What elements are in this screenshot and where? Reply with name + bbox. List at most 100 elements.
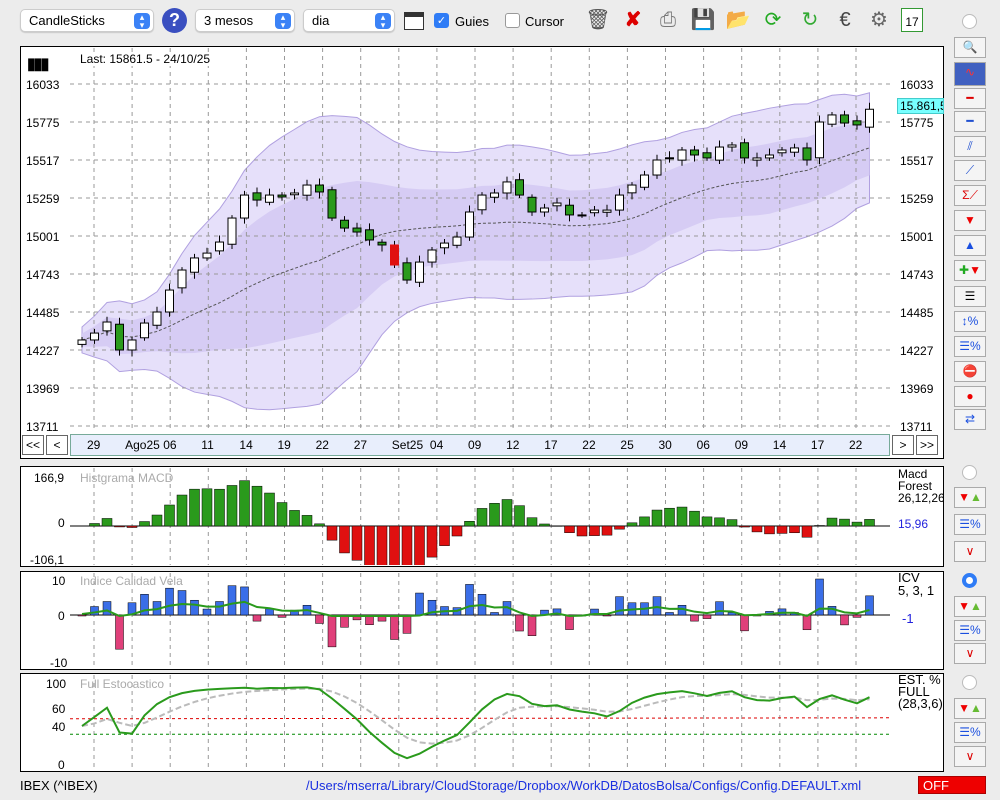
candle-body [790,147,799,153]
channel-icon[interactable]: ⫽ [954,136,986,157]
trash-icon[interactable]: 🗑 [585,6,611,34]
main-panel-radio[interactable] [962,14,977,29]
macd-bar [864,519,875,527]
calendar-icon[interactable]: 17 [901,8,923,32]
date-label: 22 [849,438,863,452]
swap-icon[interactable]: ⇄ [954,409,986,430]
signals-arrows-icon[interactable]: ▼▲ [954,596,986,617]
red-horizontal-line-icon[interactable]: ━ [954,88,986,109]
signals-arrows-icon[interactable]: ▼▲ [954,487,986,508]
signals-arrows-icon[interactable]: ▼▲ [954,698,986,719]
oscillator-curve-icon[interactable]: ∨ [954,541,986,562]
first-page-button[interactable]: << [22,435,44,455]
candle-body [540,207,549,213]
lines-percent-icon[interactable]: ☰% [954,336,986,357]
date-axis[interactable]: 29 Ago25 06 11 14 19 22 27 Set25 04 09 12 17 22 25 30 06… [70,434,890,456]
icv-ytick: 10 [52,574,66,588]
settings-gear-icon[interactable]: ⚙ [866,6,892,34]
macd-panel-radio[interactable] [962,465,977,480]
lines-percent-icon[interactable]: ☰% [954,722,986,743]
candle-body [377,241,387,246]
guides-checkbox[interactable]: ✓ [434,13,449,28]
scale-percent-icon[interactable]: ↕% [954,311,986,332]
macd-plot[interactable] [70,468,890,565]
candle-body [277,194,287,198]
record-icon[interactable]: ● [954,386,986,407]
macd-title: Histgrama MACD [80,471,174,485]
fibonacci-icon[interactable]: Σ⟋ [954,185,986,206]
zoom-icon[interactable]: 🔍 [954,37,986,58]
candle-body [152,311,162,326]
macd-bar [851,521,863,527]
macd-bar [576,525,588,537]
macd-bar [689,510,700,527]
icv-bar [115,614,124,650]
config-path-link[interactable]: /Users/mserra/Library/CloudStorage/Dropb… [306,778,861,793]
period-select[interactable]: 3 mesos ▴ ▾ [195,9,295,32]
chart-type-select[interactable]: CandleSticks ▴ ▾ [20,9,154,32]
no-entry-icon[interactable]: ⛔ [954,361,986,382]
cursor-checkbox[interactable] [505,13,520,28]
date-label: 17 [810,438,825,452]
last-page-button[interactable]: >> [916,435,938,455]
sync-icon[interactable]: ↻ [797,6,823,34]
candle-body [402,262,412,281]
interval-select[interactable]: dia ▴ ▾ [303,9,395,32]
candle-body [252,192,262,201]
next-button[interactable]: > [892,435,914,455]
oscillator-curve-icon[interactable]: ∨ [954,643,986,664]
candle-body [802,147,812,161]
icv-bar [315,614,324,624]
open-folder-icon[interactable]: 📂 [725,6,751,34]
trendline-icon[interactable]: ⟋ [954,160,986,181]
indicator-overlay-icon[interactable]: ∿ [954,62,986,86]
chart-window-icon[interactable] [404,12,424,30]
oscillator-curve-icon[interactable]: ∨ [954,746,986,767]
icv-plot[interactable] [70,573,890,668]
macd-bar [464,521,475,527]
price-ytick: 15775 [26,116,60,130]
price-ytick: 15517 [26,154,60,168]
grid-lines-icon[interactable]: ☰ [954,286,986,307]
stoch-ytick: 100 [46,677,67,691]
candle-body [602,209,612,213]
candle-body [227,217,237,245]
status-off-badge[interactable]: OFF [918,776,986,794]
icv-signal-line [81,600,870,618]
date-label: 27 [353,438,368,452]
candle-body [315,184,324,193]
euro-icon[interactable]: € [832,6,858,34]
stochastic-plot[interactable] [70,675,890,770]
macd-bar [726,519,738,527]
icv-panel-radio[interactable] [962,573,977,588]
icv-bar [865,595,874,616]
candle-body [477,194,487,211]
delete-icon[interactable]: ✘ [620,6,646,34]
candle-body [702,152,712,159]
stoch-panel-radio[interactable] [962,675,977,690]
macd-bar [676,506,688,527]
refresh-icon[interactable]: ⟳ [760,6,786,34]
date-label: 19 [277,438,291,452]
date-label: 04 [429,438,444,452]
lines-percent-icon[interactable]: ☰% [954,620,986,641]
price-ytick-right: 15259 [900,192,934,206]
previous-button[interactable]: < [46,435,68,455]
macd-ytick: -106,1 [30,553,65,567]
date-label: 11 [201,438,214,452]
print-icon[interactable]: ⎙ [655,6,681,34]
help-icon[interactable]: ? [162,8,187,33]
up-arrow-icon[interactable]: ▲ [954,235,986,256]
down-arrow-icon[interactable]: ▼ [954,210,986,231]
lines-percent-icon[interactable]: ☰% [954,514,986,535]
add-signal-icon[interactable]: ✚▼ [954,260,986,281]
price-plot[interactable] [70,48,890,432]
select-arrows-icon: ▴ ▾ [275,13,291,30]
candle-body [202,252,212,259]
price-ytick: 13969 [26,382,60,396]
blue-horizontal-line-icon[interactable]: ━ [954,111,986,132]
candle-body [552,202,562,207]
save-icon[interactable]: 💾 [690,6,716,34]
macd-bar [601,525,613,536]
icv-bar [252,614,262,622]
